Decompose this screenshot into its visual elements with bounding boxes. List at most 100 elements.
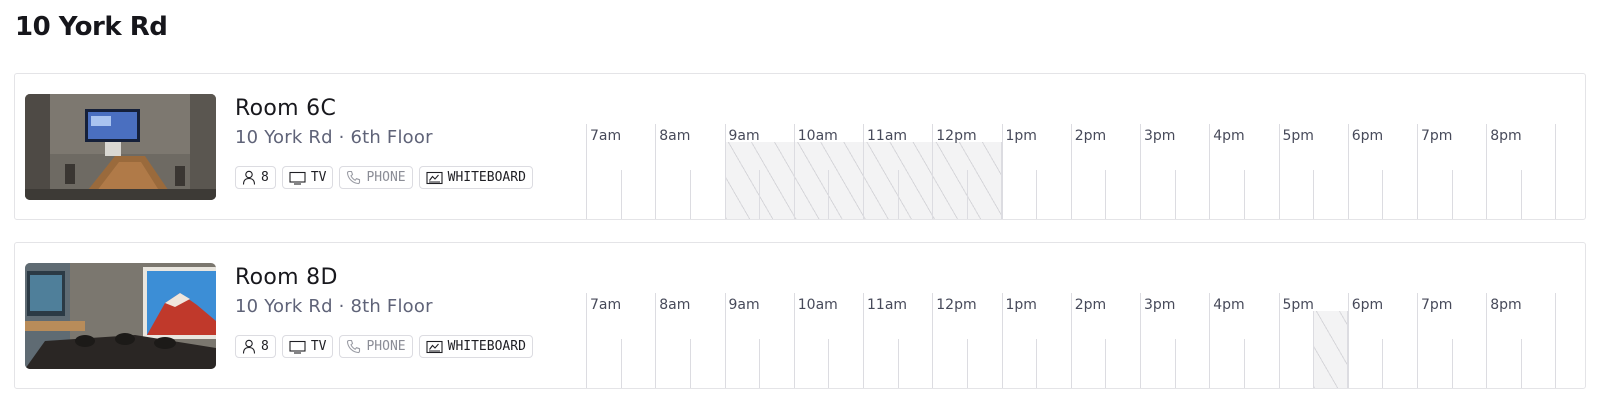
hour-divider (1070, 293, 1072, 388)
half-hour-divider (1243, 170, 1245, 219)
hour-label: 8pm (1490, 297, 1522, 313)
amenity-list: 8 TV PHONE WHITEBOARD (235, 166, 533, 189)
room-photo[interactable] (25, 94, 216, 200)
half-hour-divider (1036, 339, 1038, 388)
hour-divider (1486, 124, 1488, 219)
hour-label: 4pm (1213, 297, 1245, 313)
room-location: 10 York Rd · 6th Floor (235, 127, 433, 148)
phone-icon (347, 170, 361, 185)
half-hour-divider (1451, 339, 1453, 388)
hour-label: 3pm (1144, 128, 1176, 144)
half-hour-divider (759, 170, 761, 219)
half-hour-divider (1382, 170, 1384, 219)
hour-divider (1278, 293, 1280, 388)
half-hour-divider (1105, 170, 1107, 219)
hour-divider (1417, 293, 1418, 388)
hour-label: 11am (867, 297, 908, 313)
room-card-6c[interactable]: Room 6C 10 York Rd · 6th Floor 8 TV PHON… (14, 73, 1586, 220)
page-title: 10 York Rd (15, 12, 168, 42)
room-location: 10 York Rd · 8th Floor (235, 296, 433, 317)
hour-label: 4pm (1213, 128, 1245, 144)
hour-label: 2pm (1074, 128, 1107, 144)
capacity-chip: 8 (235, 335, 276, 358)
capacity-value: 8 (261, 339, 269, 354)
hour-divider (793, 124, 795, 219)
room-photo[interactable] (25, 263, 216, 369)
hour-label: 7pm (1421, 297, 1453, 313)
half-hour-divider (620, 170, 622, 219)
hour-label: 3pm (1144, 297, 1176, 313)
hour-label: 10am (797, 128, 838, 144)
room-name: Room 8D (235, 265, 338, 290)
hour-label: 12pm (936, 297, 977, 313)
hour-label: 9am (728, 297, 760, 313)
hour-divider (1070, 124, 1072, 219)
hour-divider (586, 124, 587, 219)
hour-divider (863, 124, 864, 219)
capacity-value: 8 (261, 170, 269, 185)
half-hour-divider (759, 339, 761, 388)
hour-label: 7pm (1421, 128, 1453, 144)
hour-divider (1278, 124, 1280, 219)
hour-divider (1209, 124, 1211, 219)
half-hour-divider (828, 170, 830, 219)
phone-chip: PHONE (339, 166, 413, 189)
half-hour-divider (1520, 339, 1522, 388)
hour-divider (1347, 293, 1349, 388)
hour-divider (1554, 293, 1556, 388)
hour-divider (1140, 124, 1141, 219)
person-icon (242, 170, 256, 185)
hour-divider (724, 293, 726, 388)
half-hour-divider (1382, 339, 1384, 388)
half-hour-divider (1520, 170, 1522, 219)
half-hour-divider (1451, 170, 1453, 219)
half-hour-divider (966, 170, 968, 219)
room-card-8d[interactable]: Room 8D 10 York Rd · 8th Floor 8 TV PHON… (14, 242, 1586, 389)
hour-divider (655, 293, 657, 388)
whiteboard-label: WHITEBOARD (447, 170, 526, 185)
hour-divider (1001, 293, 1003, 388)
tv-label: TV (310, 339, 327, 354)
hour-divider (1209, 293, 1211, 388)
availability-timeline[interactable]: 7am 8am 9am 10am 11am 12pm 1pm 2pm 3pm 4pm 5pm 6pm 7… (586, 293, 1581, 388)
hour-label: 8am (659, 128, 691, 144)
half-hour-divider (1313, 170, 1315, 219)
hour-divider (1486, 293, 1488, 388)
half-hour-divider (966, 339, 968, 388)
hour-label: 8pm (1490, 128, 1522, 144)
hour-label: 1pm (1005, 128, 1037, 144)
half-hour-divider (689, 339, 691, 388)
tv-icon (289, 171, 306, 185)
booked-block[interactable] (1313, 311, 1348, 388)
half-hour-divider (897, 339, 899, 388)
phone-chip: PHONE (339, 335, 413, 358)
hour-label: 7am (590, 297, 622, 313)
whiteboard-icon (426, 171, 443, 184)
hour-label: 5pm (1282, 297, 1314, 313)
amenity-list: 8 TV PHONE WHITEBOARD (235, 335, 533, 358)
availability-timeline[interactable]: 7am 8am 9am 10am 11am 12pm 1pm 2pm 3pm 4pm 5pm 6pm 7… (586, 124, 1581, 219)
whiteboard-label: WHITEBOARD (447, 339, 526, 354)
hour-label: 10am (797, 297, 838, 313)
hour-divider (1001, 124, 1003, 219)
whiteboard-chip: WHITEBOARD (418, 166, 533, 189)
half-hour-divider (1036, 170, 1038, 219)
hour-label: 9am (728, 128, 760, 144)
phone-label: PHONE (366, 339, 406, 354)
person-icon (242, 339, 256, 354)
hour-divider (655, 124, 657, 219)
half-hour-divider (828, 339, 830, 388)
half-hour-divider (897, 170, 899, 219)
hour-divider (724, 124, 726, 219)
half-hour-divider (1174, 339, 1176, 388)
hour-divider (863, 293, 864, 388)
half-hour-divider (1313, 339, 1315, 388)
tv-chip: TV (281, 335, 334, 358)
hour-divider (793, 293, 795, 388)
phone-label: PHONE (366, 170, 406, 185)
hour-label: 11am (867, 128, 908, 144)
half-hour-divider (1174, 170, 1176, 219)
hour-divider (1347, 124, 1349, 219)
room-name: Room 6C (235, 96, 337, 121)
hour-label: 5pm (1282, 128, 1314, 144)
